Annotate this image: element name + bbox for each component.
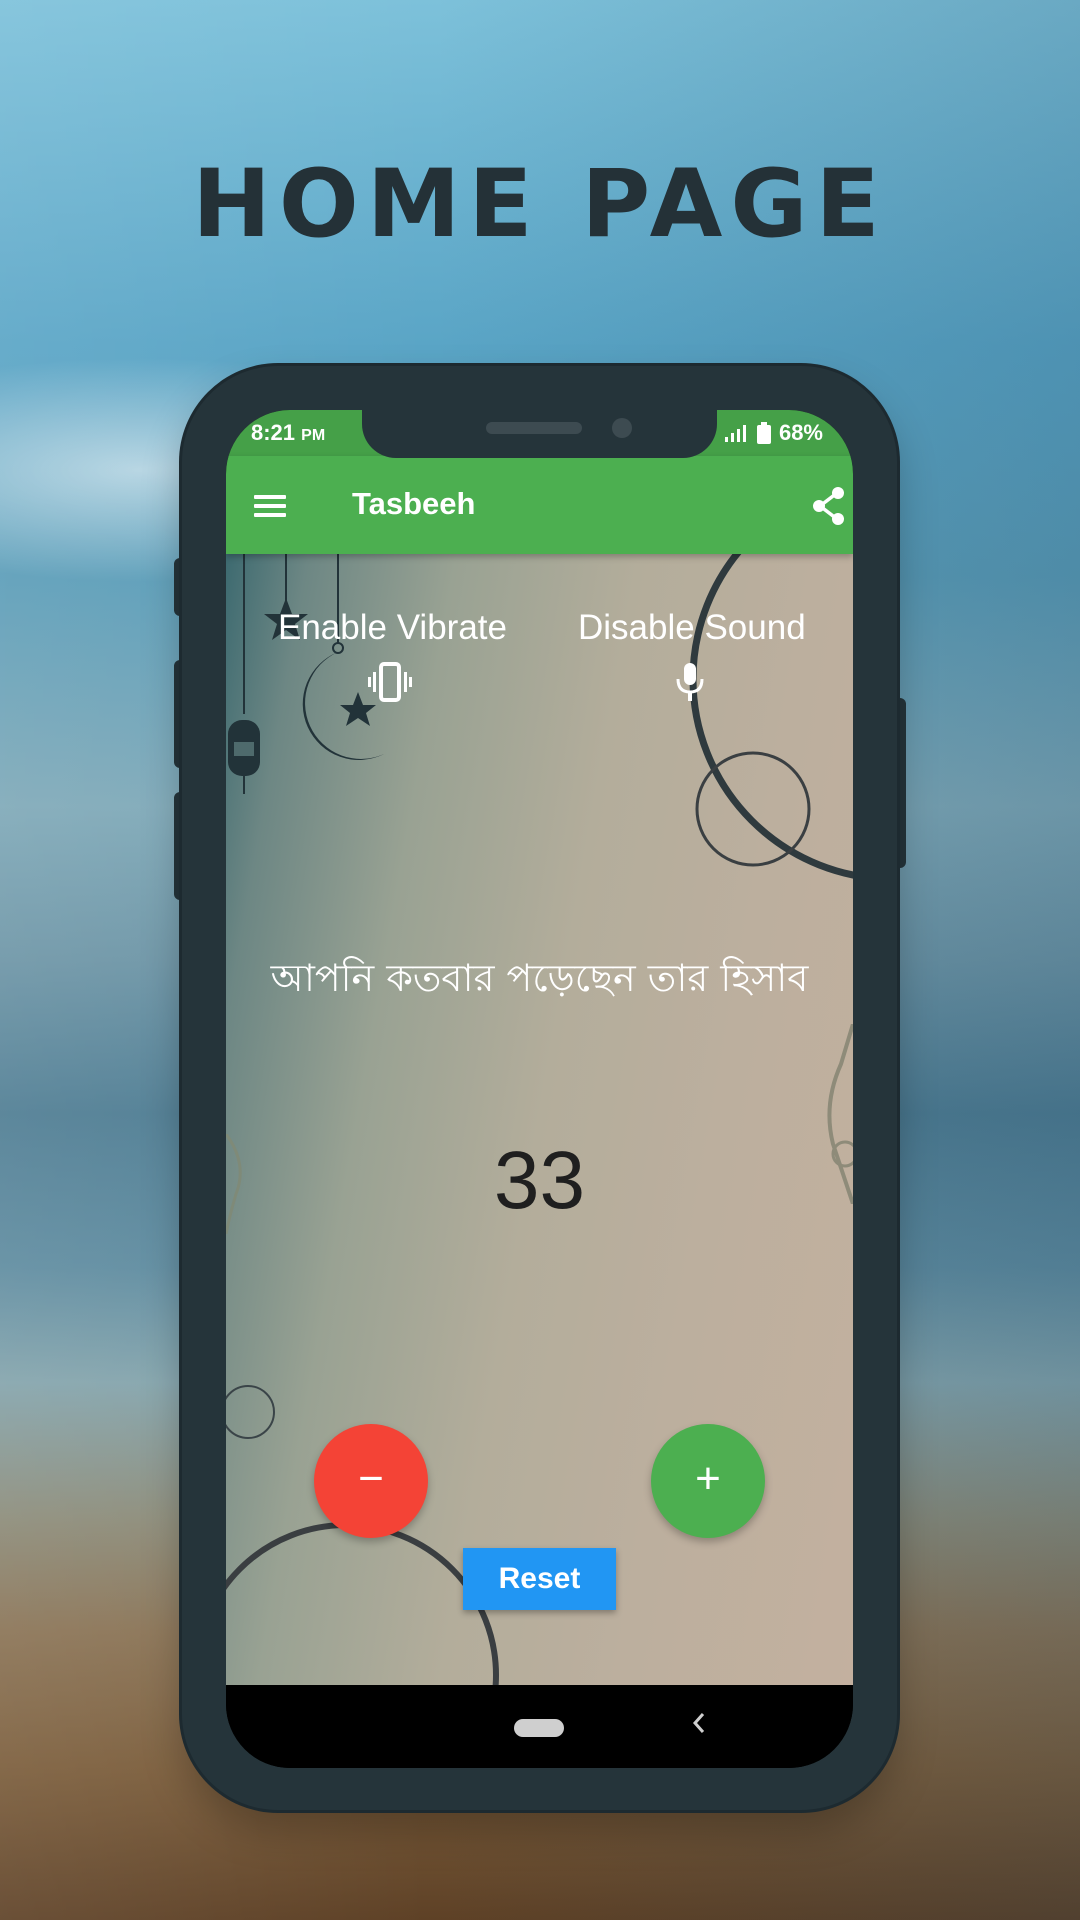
home-button[interactable]: [514, 1719, 564, 1737]
sound-toggle[interactable]: Disable Sound: [578, 608, 806, 702]
app-bar: Tasbeeh: [226, 456, 853, 554]
status-indicators: 68%: [723, 420, 823, 446]
battery-level: 68%: [778, 420, 823, 445]
system-nav-bar: [226, 1685, 853, 1768]
back-button[interactable]: [691, 1707, 707, 1747]
vibrate-toggle[interactable]: Enable Vibrate: [278, 608, 507, 702]
counter-value: 33: [493, 1135, 586, 1226]
app-title: Tasbeeh: [352, 486, 476, 521]
count-prompt: আপনি কতবার পড়েছেন তার হিসাব: [270, 956, 809, 1000]
counter-content: Enable Vibrate Disable Sound আপনি কতবার …: [226, 554, 853, 1685]
sound-toggle-label: Disable Sound: [578, 608, 806, 647]
hamburger-menu-icon: [254, 495, 286, 517]
notch: [362, 410, 717, 458]
menu-button[interactable]: [248, 484, 292, 528]
share-icon: [813, 487, 844, 525]
phone-screen: 8:21 PM 68% Tasbeeh Enable Vibrate Disab…: [226, 410, 853, 1768]
increment-button[interactable]: +: [651, 1424, 765, 1538]
status-time: 8:21 PM: [251, 420, 326, 445]
reset-button[interactable]: Reset: [463, 1548, 616, 1610]
signal-icon: [724, 425, 746, 442]
back-chevron-icon: [692, 1713, 705, 1733]
front-camera: [612, 418, 632, 438]
decrement-button[interactable]: −: [314, 1424, 428, 1538]
battery-icon: [756, 422, 771, 444]
vibrate-icon: [368, 662, 412, 702]
speaker-grille: [486, 422, 582, 434]
vibrate-toggle-label: Enable Vibrate: [278, 608, 507, 647]
circle-decoration-icon: [226, 1385, 275, 1439]
headline: HOME PAGE: [192, 150, 888, 259]
circle-decoration-icon: [689, 554, 853, 879]
microphone-icon: [676, 663, 704, 701]
share-button[interactable]: [809, 484, 849, 528]
promo-page: HOME PAGE 8:21 PM 68% Tasbeeh Enable Vib…: [0, 0, 1080, 1920]
